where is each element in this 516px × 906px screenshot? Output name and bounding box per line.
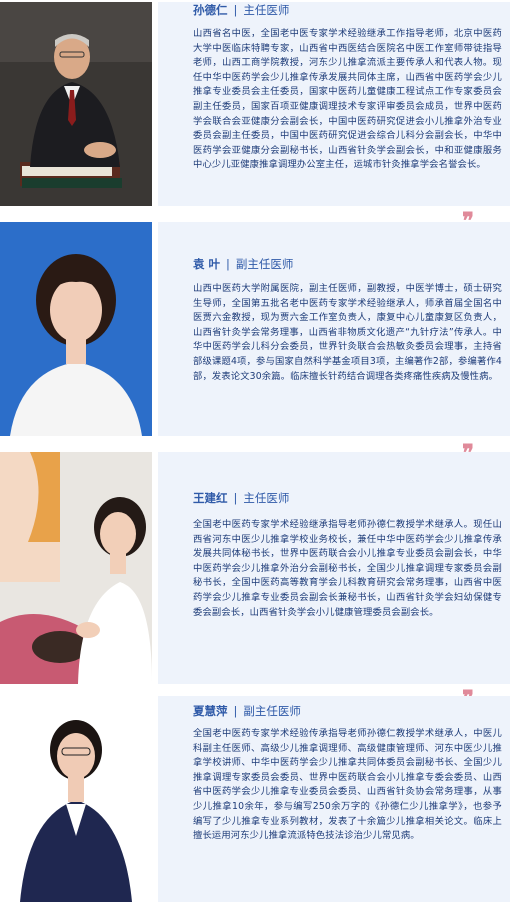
doctor-photo-3 [0, 452, 152, 684]
doctor-photo-1 [0, 2, 152, 206]
doctor-photo-2 [0, 222, 152, 436]
doctor-header-2: 袁 叶 | 副主任医师 [193, 256, 293, 272]
doctor-bio-3: 全国老中医药专家学术经验继承指导老师孙德仁教授学术继承人。现任山西省河东中医少儿… [193, 519, 502, 618]
doctor-bio-4: 全国老中医药专家学术经验传承指导老师孙德仁教授学术继承人，中医儿科副主任医师、高… [193, 728, 502, 842]
doctor-name: 王建红 [193, 491, 228, 505]
separator: | [233, 3, 238, 17]
doctor-title: 主任医师 [243, 491, 290, 505]
doctor-name: 孙德仁 [193, 3, 228, 17]
separator: | [233, 491, 238, 505]
separator: | [233, 704, 238, 718]
doctor-name: 夏慧萍 [193, 704, 228, 718]
doctor-bio-1: 山西省名中医，全国老中医专家学术经验继承工作指导老师，北京中医药大学中医临床特聘… [193, 28, 502, 171]
doctor-header-1: 孙德仁 | 主任医师 [193, 2, 289, 18]
doctor-title: 副主任医师 [235, 257, 294, 271]
doctor-name: 袁 叶 [193, 257, 221, 271]
doctor-title: 副主任医师 [243, 704, 301, 718]
doctor-card-4: 夏慧萍 | 副主任医师 全国老中医药专家学术经验传承指导老师孙德仁教授学术继承人，中… [0, 696, 516, 906]
doctor-header-4: 夏慧萍 | 副主任医师 [193, 703, 301, 719]
doctor-title: 主任医师 [243, 3, 290, 17]
doctor-card-3: 王建红 | 主任医师 全国老中医药专家学术经验继承指导老师孙德仁教授学术继承人。现任… [0, 452, 516, 712]
doctor-photo-4 [0, 696, 152, 902]
doctor-header-3: 王建红 | 主任医师 [193, 490, 289, 506]
doctor-card-2: 袁 叶 | 副主任医师 山西中医药大学附属医院，副主任医师，副教授，中医学博士，硕士… [0, 222, 516, 466]
separator: | [226, 257, 230, 271]
doctor-bio-2: 山西中医药大学附属医院，副主任医师，副教授，中医学博士，硕士研究生导师，全国第五… [193, 283, 502, 382]
doctor-card-1: 孙德仁 | 主任医师 山西省名中医，全国老中医专家学术经验继承工作指导老师，北京中医… [0, 0, 516, 234]
